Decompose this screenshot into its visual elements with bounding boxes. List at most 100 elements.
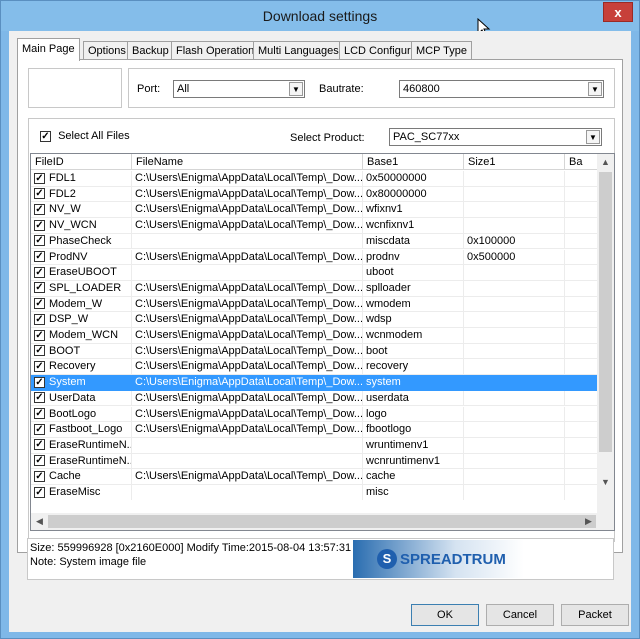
table-row[interactable]: ✓ UserData C:\Users\Enigma\AppData\Local\T… — [31, 390, 599, 407]
row-fileid-cell[interactable]: ✓ EraseUBOOT — [31, 265, 132, 281]
row-fileid-cell[interactable]: ✓ ProdNV — [31, 249, 132, 266]
vertical-scroll-thumb[interactable] — [599, 172, 612, 452]
row-checkbox-icon[interactable]: ✓ — [34, 486, 45, 498]
row-fileid-cell[interactable]: ✓ Modem_WCN — [31, 328, 132, 344]
row-checkbox-icon[interactable]: ✓ — [34, 235, 45, 247]
tab-main-page[interactable]: Main Page — [17, 38, 80, 61]
row-fileid-cell[interactable]: ✓ Modem_W — [31, 296, 132, 313]
table-row[interactable]: ✓ Recovery C:\Users\Enigma\AppData\Local\T… — [31, 359, 599, 376]
row-checkbox-icon[interactable]: ✓ — [34, 345, 45, 357]
bautrate-select[interactable]: 460800 ▼ — [399, 80, 604, 98]
row-base-cell: wmodem — [363, 296, 464, 313]
row-fileid-cell[interactable]: ✓ EraseRuntimeN... — [31, 453, 132, 470]
row-fileid-cell[interactable]: ✓ Fastboot_Logo — [31, 422, 132, 438]
row-checkbox-icon[interactable]: ✓ — [34, 360, 45, 372]
table-row[interactable]: ✓ FDL1 C:\Users\Enigma\AppData\Local\Temp\… — [31, 171, 599, 187]
row-fileid-cell[interactable]: ✓ NV_W — [31, 202, 132, 219]
row-fileid-cell[interactable]: ✓ FDL1 — [31, 171, 132, 187]
row-checkbox-icon[interactable]: ✓ — [34, 392, 45, 404]
cancel-button[interactable]: Cancel — [486, 604, 554, 626]
row-checkbox-icon[interactable]: ✓ — [34, 203, 45, 215]
row-fileid-cell[interactable]: ✓ SPL_LOADER — [31, 280, 132, 297]
row-fileid-cell[interactable]: ✓ DSP_W — [31, 312, 132, 328]
chevron-down-icon[interactable]: ▼ — [289, 82, 303, 96]
tab-backup[interactable]: Backup — [127, 41, 174, 60]
row-checkbox-icon[interactable]: ✓ — [34, 408, 45, 420]
row-checkbox-icon[interactable]: ✓ — [34, 313, 45, 325]
column-header-fileid[interactable]: FileID — [31, 154, 132, 170]
tab-flash-operations[interactable]: Flash Operations — [171, 41, 265, 60]
table-row[interactable]: ✓ PhaseCheck miscdata 0x100000 — [31, 233, 599, 250]
chevron-down-icon[interactable]: ▼ — [586, 130, 600, 144]
ok-button[interactable]: OK — [411, 604, 479, 626]
row-checkbox-icon[interactable]: ✓ — [34, 282, 45, 294]
table-row[interactable]: ✓ EraseRuntimeN... wruntimenv1 — [31, 437, 599, 454]
column-header-size1[interactable]: Size1 — [464, 154, 565, 170]
row-checkbox-icon[interactable]: ✓ — [34, 266, 45, 278]
row-checkbox-icon[interactable]: ✓ — [34, 329, 45, 341]
row-size-cell — [464, 453, 565, 470]
chevron-down-icon[interactable]: ▼ — [588, 82, 602, 96]
product-select[interactable]: PAC_SC77xx ▼ — [389, 128, 602, 146]
row-checkbox-icon[interactable]: ✓ — [34, 439, 45, 451]
row-fileid-cell[interactable]: ✓ Cache — [31, 469, 132, 485]
close-button[interactable]: x — [603, 2, 633, 22]
row-fileid-cell[interactable]: ✓ BootLogo — [31, 406, 132, 423]
row-base-cell: wcnfixnv1 — [363, 218, 464, 234]
table-row[interactable]: ✓ EraseMisc misc — [31, 485, 599, 500]
vertical-scrollbar[interactable]: ▲ ▼ — [597, 154, 614, 530]
table-row[interactable]: ✓ System C:\Users\Enigma\AppData\Local\Tem… — [31, 375, 599, 391]
scroll-up-icon[interactable]: ▲ — [597, 154, 614, 170]
tab-options[interactable]: Options — [83, 41, 131, 60]
row-checkbox-icon[interactable]: ✓ — [34, 376, 45, 388]
title-bar[interactable]: Download settings x — [1, 1, 639, 31]
row-checkbox-icon[interactable]: ✓ — [34, 188, 45, 200]
table-row[interactable]: ✓ Fastboot_Logo C:\Users\Enigma\AppData\Lo… — [31, 422, 599, 438]
table-row[interactable]: ✓ EraseUBOOT uboot — [31, 265, 599, 281]
row-checkbox-icon[interactable]: ✓ — [34, 470, 45, 482]
horizontal-scroll-thumb[interactable] — [48, 515, 596, 528]
table-row[interactable]: ✓ ProdNV C:\Users\Enigma\AppData\Local\Tem… — [31, 249, 599, 266]
row-checkbox-icon[interactable]: ✓ — [34, 423, 45, 435]
scroll-right-icon[interactable]: ▶ — [580, 513, 597, 529]
row-fileid-cell[interactable]: ✓ BOOT — [31, 343, 132, 360]
table-row[interactable]: ✓ EraseRuntimeN... wcnruntimenv1 — [31, 453, 599, 470]
row-fileid-cell[interactable]: ✓ NV_WCN — [31, 218, 132, 234]
row-fileid-cell[interactable]: ✓ System — [31, 375, 132, 391]
row-fileid-cell[interactable]: ✓ EraseMisc — [31, 485, 132, 500]
column-header-base1[interactable]: Base1 — [363, 154, 464, 170]
row-checkbox-icon[interactable]: ✓ — [34, 219, 45, 231]
column-header-ba[interactable]: Ba — [565, 154, 599, 170]
row-fileid-cell[interactable]: ✓ EraseRuntimeN... — [31, 437, 132, 454]
checkbox-checked-icon[interactable]: ✓ — [40, 130, 51, 142]
tab-multi-languages[interactable]: Multi Languages — [253, 41, 344, 60]
row-checkbox-icon[interactable]: ✓ — [34, 455, 45, 467]
row-fileid-cell[interactable]: ✓ UserData — [31, 390, 132, 407]
scroll-left-icon[interactable]: ◀ — [31, 513, 48, 529]
packet-button[interactable]: Packet — [561, 604, 629, 626]
table-row[interactable]: ✓ Cache C:\Users\Enigma\AppData\Local\Temp… — [31, 469, 599, 485]
table-row[interactable]: ✓ BOOT C:\Users\Enigma\AppData\Local\Temp\… — [31, 343, 599, 360]
table-row[interactable]: ✓ NV_W C:\Users\Enigma\AppData\Local\Temp\… — [31, 202, 599, 219]
column-header-filename[interactable]: FileName — [132, 154, 363, 170]
row-fileid-cell[interactable]: ✓ FDL2 — [31, 186, 132, 203]
scroll-down-icon[interactable]: ▼ — [597, 474, 614, 490]
table-row[interactable]: ✓ DSP_W C:\Users\Enigma\AppData\Local\Temp… — [31, 312, 599, 328]
table-row[interactable]: ✓ BootLogo C:\Users\Enigma\AppData\Local\T… — [31, 406, 599, 423]
select-all-checkbox[interactable]: ✓ Select All Files — [40, 130, 130, 142]
table-row[interactable]: ✓ Modem_W C:\Users\Enigma\AppData\Local\Te… — [31, 296, 599, 313]
row-fileid-cell[interactable]: ✓ Recovery — [31, 359, 132, 376]
row-checkbox-icon[interactable]: ✓ — [34, 172, 45, 184]
row-fileid-label: NV_W — [49, 203, 81, 216]
table-row[interactable]: ✓ NV_WCN C:\Users\Enigma\AppData\Local\Tem… — [31, 218, 599, 234]
horizontal-scrollbar[interactable]: ◀ ▶ — [31, 513, 614, 530]
tab-lcd-configure[interactable]: LCD Configure — [339, 41, 422, 60]
row-fileid-cell[interactable]: ✓ PhaseCheck — [31, 233, 132, 250]
row-checkbox-icon[interactable]: ✓ — [34, 251, 45, 263]
row-checkbox-icon[interactable]: ✓ — [34, 298, 45, 310]
table-row[interactable]: ✓ SPL_LOADER C:\Users\Enigma\AppData\Local… — [31, 280, 599, 297]
port-select[interactable]: All ▼ — [173, 80, 305, 98]
table-row[interactable]: ✓ FDL2 C:\Users\Enigma\AppData\Local\Temp\… — [31, 186, 599, 203]
table-row[interactable]: ✓ Modem_WCN C:\Users\Enigma\AppData\Local\… — [31, 328, 599, 344]
tab-mcp-type[interactable]: MCP Type — [411, 41, 472, 60]
